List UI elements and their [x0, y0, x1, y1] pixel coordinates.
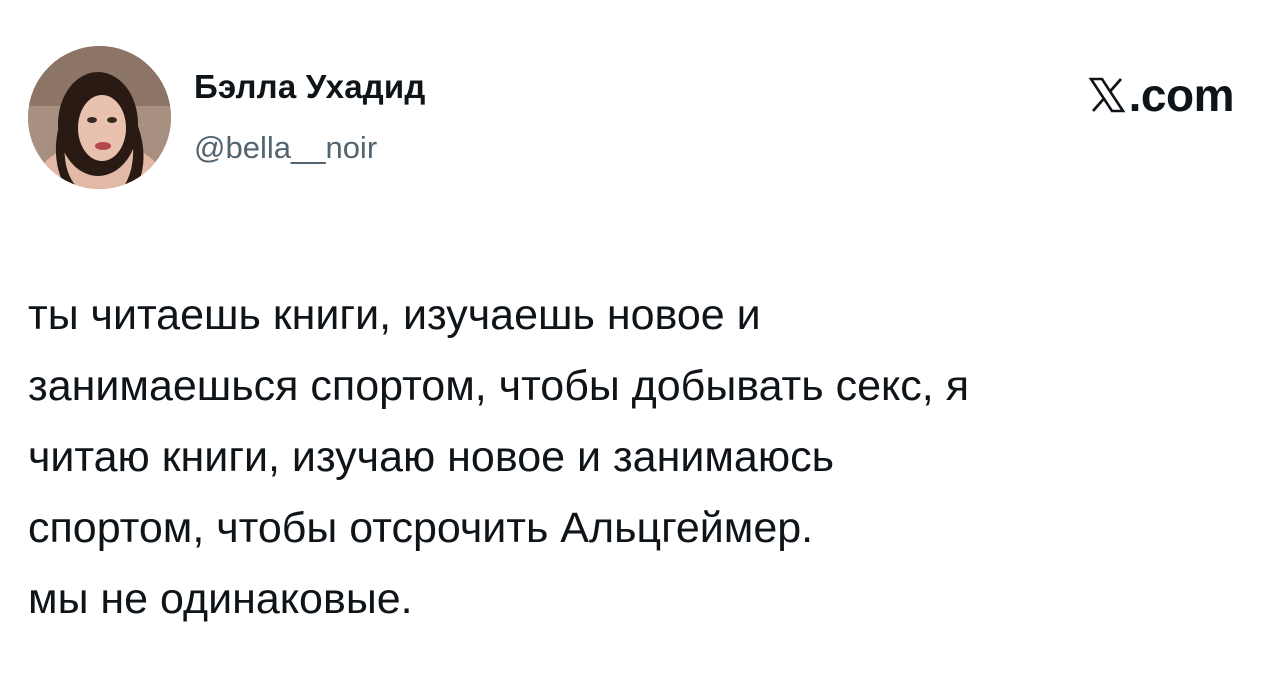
tweet-card: Бэлла Ухадид @bella__noir .com ты читаеш… [0, 0, 1284, 681]
tweet-line: спортом, чтобы отсрочить Альцгеймер. [28, 504, 814, 552]
x-brand: .com [1087, 69, 1235, 121]
brand-suffix: .com [1128, 69, 1235, 121]
tweet-line: занимаешься спортом, чтобы добывать секс… [28, 362, 969, 410]
x-logo-icon [1087, 75, 1127, 115]
author-display-name[interactable]: Бэлла Ухадид [194, 68, 426, 106]
tweet-text: ты читаешь книги, изучаешь новое и заним… [28, 280, 1253, 635]
author-handle[interactable]: @bella__noir [194, 130, 377, 166]
tweet-line: читаю книги, изучаю новое и занимаюсь [28, 433, 834, 481]
avatar-photo [28, 46, 171, 189]
avatar[interactable] [28, 46, 171, 189]
tweet-line: ты читаешь книги, изучаешь новое и [28, 291, 761, 339]
tweet-line: мы не одинаковые. [28, 575, 413, 623]
